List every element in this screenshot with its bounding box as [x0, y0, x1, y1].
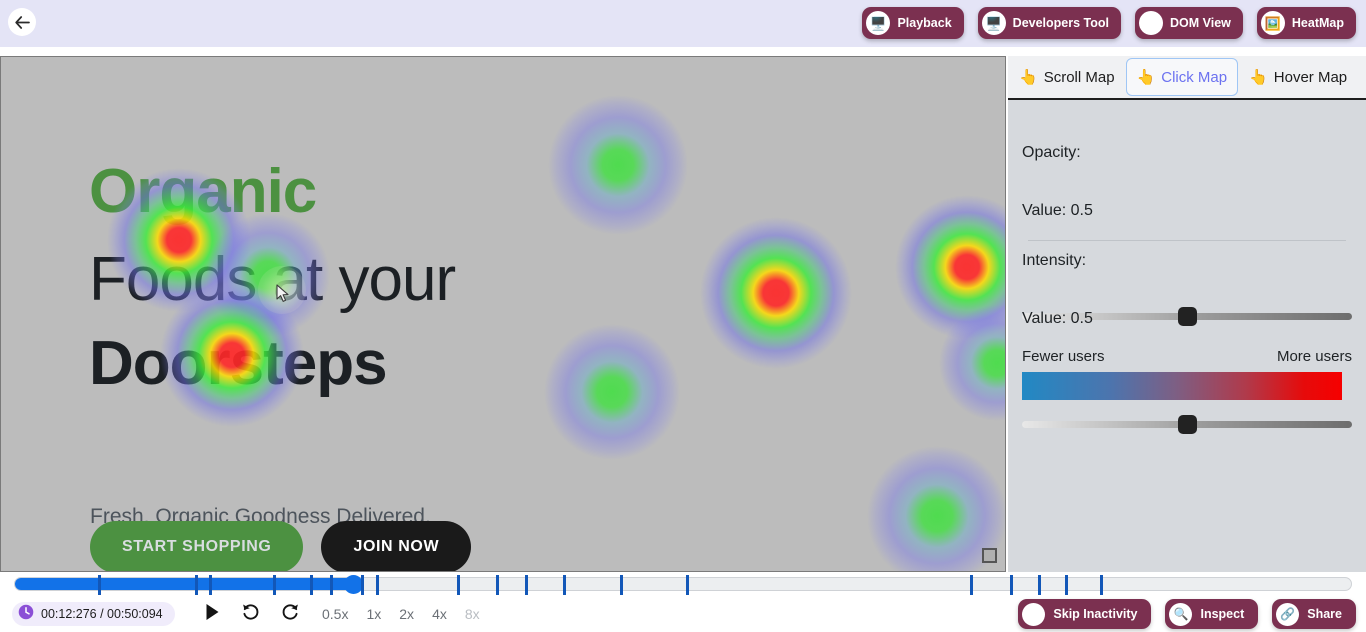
- timeline-tick: [272, 575, 276, 595]
- tab-hover-map[interactable]: 👆 Hover Map: [1238, 56, 1358, 98]
- topbar-button-label: HeatMap: [1291, 16, 1344, 30]
- top-bar: 🖥️ Playback 🖥️ Developers Tool 🗔 DOM View 🖼️ He…: [0, 0, 1366, 47]
- legend-gradient-bar: [1022, 372, 1342, 400]
- timeline[interactable]: [0, 572, 1366, 596]
- intensity-value: Value: 0.5: [1022, 310, 1093, 327]
- topbar-button-heatmap[interactable]: 🖼️ HeatMap: [1256, 7, 1356, 39]
- intensity-slider[interactable]: [1022, 415, 1352, 435]
- transport-controls: [205, 602, 300, 621]
- topbar-button-developers-tool[interactable]: 🖥️ Developers Tool: [977, 7, 1121, 39]
- heatmap-controls: Opacity: Value: 0.5 Intensity: Value: 0.…: [1008, 100, 1366, 570]
- hand-click-icon: 👆: [1136, 68, 1156, 86]
- timeline-tick: [1065, 575, 1069, 595]
- tab-label: Hover Map: [1273, 68, 1348, 86]
- hand-scroll-icon: 👆: [1019, 68, 1038, 86]
- action-button-skip-inactivity[interactable]: ⏭ Skip Inactivity: [1018, 599, 1152, 629]
- timeline-tick: [525, 575, 529, 595]
- play-icon[interactable]: [205, 603, 220, 621]
- intensity-slider-thumb[interactable]: [1177, 415, 1197, 434]
- heatmap-tabs: 👆 Scroll Map 👆 Click Map 👆 Hover Map: [1008, 56, 1366, 100]
- back-button[interactable]: [8, 8, 36, 36]
- time-text: 00:12:276 / 00:50:094: [41, 607, 163, 621]
- topbar-button-label: Playback: [897, 16, 952, 30]
- playback-bar: 00:12:276 / 00:50:094 0.5x 1x 2x 4x 8x ⏭ Skip…: [0, 596, 1366, 632]
- action-button-label: Skip Inactivity: [1053, 607, 1138, 621]
- skip-inactivity-icon: ⏭: [1022, 602, 1046, 626]
- topbar-button-label: Developers Tool: [1012, 16, 1109, 30]
- timeline-tick: [970, 575, 974, 595]
- tab-scroll-map[interactable]: 👆 Scroll Map: [1008, 56, 1126, 98]
- legend-min-label: Fewer users: [1022, 348, 1105, 365]
- join-now-button[interactable]: JOIN NOW: [321, 521, 472, 571]
- legend-labels: Fewer users More users: [1022, 348, 1352, 365]
- topbar-button-label: DOM View: [1170, 16, 1231, 30]
- timeline-tick: [208, 575, 212, 595]
- hero-line-3: Doorsteps: [89, 329, 388, 398]
- timeline-tick: [685, 575, 689, 595]
- timeline-tick: [620, 575, 624, 595]
- monitor-icon: 🖥️: [866, 11, 891, 35]
- heatmap-blob: [939, 305, 1005, 421]
- timeline-tick: [495, 575, 499, 595]
- layout-panel-icon: 🗔: [1139, 11, 1163, 35]
- timeline-tick: [361, 575, 365, 595]
- opacity-value: Value: 0.5: [1022, 202, 1093, 219]
- bottom-bar-actions: ⏭ Skip Inactivity 🔍 Inspect 🔗 Share: [1018, 599, 1356, 629]
- redo-arrow-icon[interactable]: [281, 602, 300, 621]
- timeline-tick: [375, 575, 379, 595]
- inspect-icon: 🔍: [1169, 602, 1193, 626]
- action-button-inspect[interactable]: 🔍 Inspect: [1165, 599, 1259, 629]
- speed-option-4x[interactable]: 4x: [432, 606, 447, 622]
- replay-viewport[interactable]: Organic Foods at your Doorsteps Fresh, O…: [0, 56, 1006, 572]
- tab-label: Click Map: [1161, 68, 1228, 86]
- hand-hover-icon: 👆: [1249, 68, 1268, 86]
- speed-option-0.5x[interactable]: 0.5x: [322, 606, 348, 622]
- hero-cta-group: START SHOPPING JOIN NOW: [90, 521, 472, 571]
- tab-click-map[interactable]: 👆 Click Map: [1125, 58, 1239, 96]
- timeline-progress: [15, 578, 353, 590]
- opacity-slider-thumb[interactable]: [1177, 307, 1197, 326]
- arrow-left-icon: [14, 15, 30, 29]
- timeline-tick: [310, 575, 314, 595]
- monitor-code-icon: 🖥️: [981, 11, 1006, 35]
- tab-label: Scroll Map: [1043, 68, 1115, 86]
- start-shopping-button[interactable]: START SHOPPING: [90, 521, 304, 571]
- speed-option-2x[interactable]: 2x: [399, 606, 414, 622]
- timeline-tick: [457, 575, 461, 595]
- intensity-label: Intensity:: [1022, 252, 1087, 269]
- timeline-tick: [330, 575, 334, 595]
- heatmap-screen-icon: 🖼️: [1260, 11, 1285, 35]
- speed-option-1x[interactable]: 1x: [366, 606, 381, 622]
- hero-heading: Organic Foods at your Doorsteps: [89, 161, 729, 395]
- speed-controls: 0.5x 1x 2x 4x 8x: [322, 606, 480, 622]
- topbar-button-dom-view[interactable]: 🗔 DOM View: [1135, 7, 1243, 39]
- resize-handle-icon[interactable]: [982, 548, 997, 563]
- hero-line-2: Foods at your: [89, 245, 456, 314]
- action-button-label: Inspect: [1200, 607, 1245, 621]
- top-bar-actions: 🖥️ Playback 🖥️ Developers Tool 🗔 DOM View 🖼️ He…: [862, 7, 1356, 39]
- timeline-tick: [97, 575, 101, 595]
- action-button-label: Share: [1307, 607, 1342, 621]
- legend-max-label: More users: [1276, 348, 1352, 365]
- undo-arrow-icon[interactable]: [241, 602, 260, 621]
- heatmap-blob: [895, 195, 1005, 339]
- topbar-button-playback[interactable]: 🖥️ Playback: [862, 7, 964, 39]
- opacity-label: Opacity:: [1022, 144, 1081, 161]
- hero-line-1: Organic: [89, 157, 317, 226]
- controls-divider: [1028, 240, 1346, 241]
- action-button-share[interactable]: 🔗 Share: [1272, 599, 1356, 629]
- clock-icon: [18, 604, 34, 625]
- timeline-tick: [1099, 575, 1103, 595]
- speed-option-8x[interactable]: 8x: [465, 606, 480, 622]
- timeline-tick: [195, 575, 199, 595]
- timeline-rail[interactable]: [14, 575, 1352, 595]
- timeline-tick: [562, 575, 566, 595]
- share-icon: 🔗: [1276, 602, 1300, 626]
- time-display: 00:12:276 / 00:50:094: [12, 602, 175, 626]
- heatmap-settings-panel: 👆 Scroll Map 👆 Click Map 👆 Hover Map Opacity:…: [1008, 56, 1366, 572]
- timeline-tick: [1010, 575, 1014, 595]
- timeline-tick: [1038, 575, 1042, 595]
